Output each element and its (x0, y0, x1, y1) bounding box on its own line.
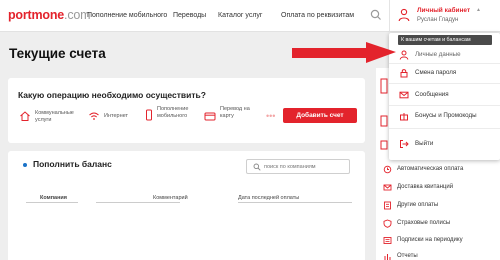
report-icon (384, 254, 391, 260)
top-navigation-bar: portmone.com Пополнение мобильного Перев… (0, 0, 500, 32)
column-comment[interactable]: Комментарий (153, 195, 188, 201)
menu-separator (389, 83, 500, 84)
company-search-input[interactable] (264, 161, 348, 172)
menu-item-label: Выйти (415, 140, 434, 147)
shield-icon (383, 219, 392, 228)
sidebar-item-other-payments[interactable]: Другие оплаты (376, 197, 500, 215)
list-icon (384, 201, 391, 210)
menu-item-change-password[interactable]: Смена пароля (389, 64, 500, 82)
sidebar-item-label: Отчеты (397, 253, 418, 259)
menu-item-label: Сообщения (415, 91, 449, 98)
user-icon[interactable] (398, 8, 410, 22)
sidebar-item-insurance[interactable]: Страховые полисы (376, 215, 500, 233)
nav-service-catalog[interactable]: Каталог услуг (218, 12, 262, 19)
column-company[interactable]: Компания (40, 195, 67, 201)
column-underline (238, 202, 352, 203)
operations-question: Какую операцию необходимо осуществить? (18, 90, 206, 100)
auto-pay-icon (383, 165, 392, 174)
pointer-arrow-icon (292, 42, 396, 63)
menu-item-personal-data[interactable]: Личные данные (389, 46, 500, 64)
sidebar-item-label: Другие оплаты (397, 202, 439, 208)
menu-item-label: Бонусы и Промокоды (415, 112, 477, 119)
gift-icon (400, 113, 408, 121)
menu-separator (389, 105, 500, 106)
user-name: Руслан Гладун (417, 17, 459, 23)
search-icon[interactable] (369, 8, 383, 22)
receipt-icon (383, 184, 392, 191)
logout-icon (400, 140, 409, 148)
column-underline (26, 202, 78, 203)
lock-icon (400, 69, 408, 78)
page-title: Текущие счета (9, 46, 106, 61)
house-icon[interactable] (19, 110, 31, 122)
op-mobile-label[interactable]: Пополнение мобильного (157, 106, 197, 120)
sidebar-peek-icon (380, 140, 388, 150)
menu-item-label: Личные данные (415, 51, 461, 58)
chevron-up-icon[interactable]: ▲ (476, 7, 481, 13)
logo-brand: portmone (8, 8, 65, 22)
card-icon[interactable] (204, 110, 216, 122)
op-internet-label[interactable]: Интернет (104, 113, 128, 120)
portmone-logo[interactable]: portmone.com (8, 8, 91, 22)
topup-balance-card: Пополнить баланс Компания Комментарий Да… (8, 151, 365, 260)
mail-icon (399, 91, 409, 99)
sidebar-item-label: Страховые полисы (397, 220, 451, 226)
nav-pay-by-details[interactable]: Оплата по реквизитам (281, 12, 354, 19)
operations-card: Какую операцию необходимо осуществить? К… (8, 78, 365, 143)
sidebar-item-auto-payment[interactable]: Автоматическая оплата (376, 161, 500, 179)
sidebar-item-receipt-delivery[interactable]: Доставка квитанций (376, 179, 500, 197)
sidebar-peek-icon (380, 78, 388, 94)
add-account-button[interactable]: Добавить счет (283, 108, 357, 123)
op-card-transfer-label[interactable]: Перевод на карту (220, 106, 252, 120)
sidebar-peek-icon (380, 115, 388, 127)
menu-item-messages[interactable]: Сообщения (389, 86, 500, 104)
sidebar-item-label: Доставка квитанций (397, 184, 454, 190)
search-icon (253, 163, 261, 171)
nav-transfers[interactable]: Переводы (173, 12, 206, 19)
menu-item-logout[interactable]: Выйти (389, 135, 500, 153)
column-underline (96, 202, 180, 203)
column-last-payment-date[interactable]: Дата последней оплаты (238, 195, 299, 201)
menu-item-label: Смена пароля (415, 69, 457, 76)
phone-icon[interactable] (143, 109, 155, 121)
topup-balance-title: Пополнить баланс (33, 159, 112, 169)
nav-mobile-topup[interactable]: Пополнение мобильного (87, 12, 167, 19)
section-bullet (23, 163, 27, 167)
sidebar-item-reports[interactable]: Отчеты (376, 248, 500, 260)
menu-item-bonuses[interactable]: Бонусы и Промокоды (389, 107, 500, 125)
sidebar-item-label: Подписки на периодику (397, 237, 463, 243)
company-search[interactable] (246, 159, 350, 174)
cabinet-title[interactable]: Личный кабинет (417, 7, 470, 14)
accounts-tooltip[interactable]: К вашим счетам и балансам (398, 35, 492, 45)
more-operations-dots[interactable]: ••• (266, 111, 275, 121)
wifi-icon[interactable] (88, 110, 100, 122)
op-utilities-label[interactable]: Коммунальные услуги (35, 110, 75, 124)
header-divider (389, 0, 390, 32)
newspaper-icon (383, 237, 392, 244)
user-icon (399, 50, 409, 60)
sidebar-item-label: Автоматическая оплата (397, 166, 464, 172)
menu-separator (389, 128, 500, 129)
